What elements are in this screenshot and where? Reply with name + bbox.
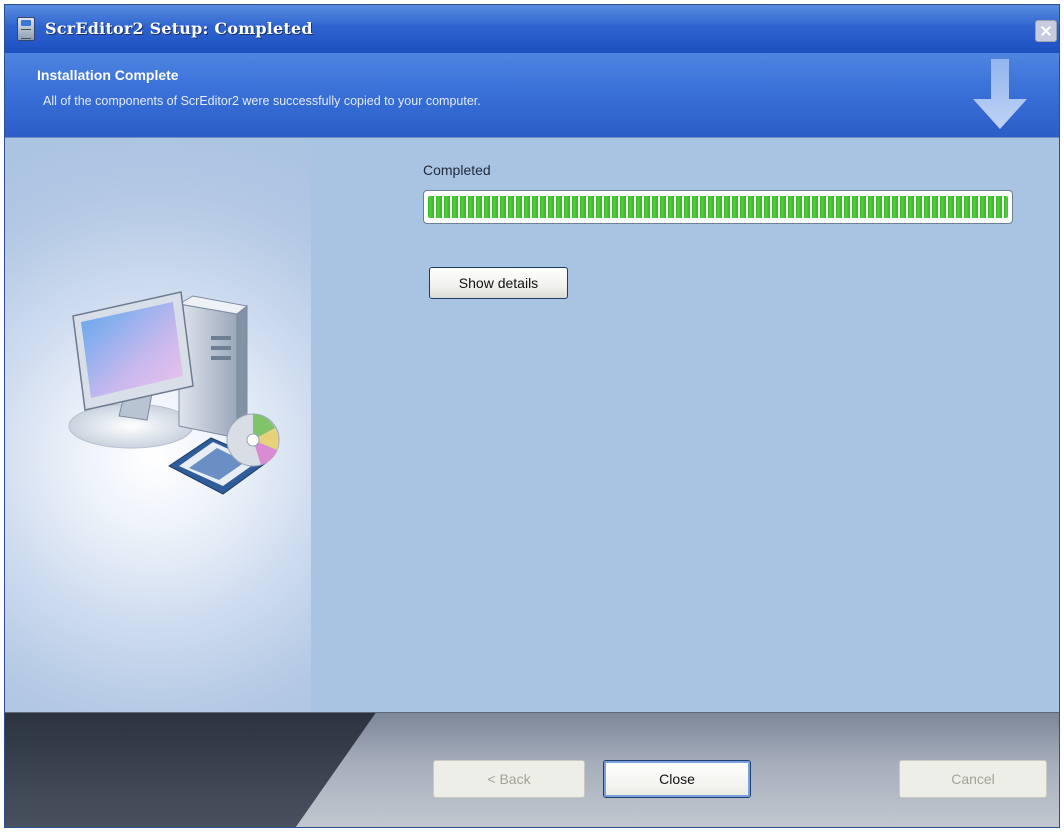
progress-fill [428,196,1008,218]
content-area: Completed Show details [5,138,1059,712]
close-icon[interactable] [1035,20,1057,42]
status-label: Completed [423,162,491,178]
progress-bar [423,190,1013,224]
title-bar: ScrEditor2 Setup: Completed [5,5,1059,53]
header-subtitle: All of the components of ScrEditor2 were… [43,94,481,108]
back-button[interactable]: < Back [433,760,585,798]
setup-window: ScrEditor2 Setup: Completed Installation… [4,4,1060,828]
illustration-panel [5,138,311,712]
button-bar: < Back Close Cancel [5,712,1059,827]
close-button[interactable]: Close [603,760,751,798]
header-band: Installation Complete All of the compone… [5,53,1059,138]
header-title: Installation Complete [37,67,179,83]
window-title: ScrEditor2 Setup: Completed [45,19,313,38]
cancel-button[interactable]: Cancel [899,760,1047,798]
setup-app-icon [17,17,35,41]
show-details-button[interactable]: Show details [429,267,568,299]
computer-with-cd-illustration [68,291,280,495]
download-arrow-icon [973,59,1027,129]
